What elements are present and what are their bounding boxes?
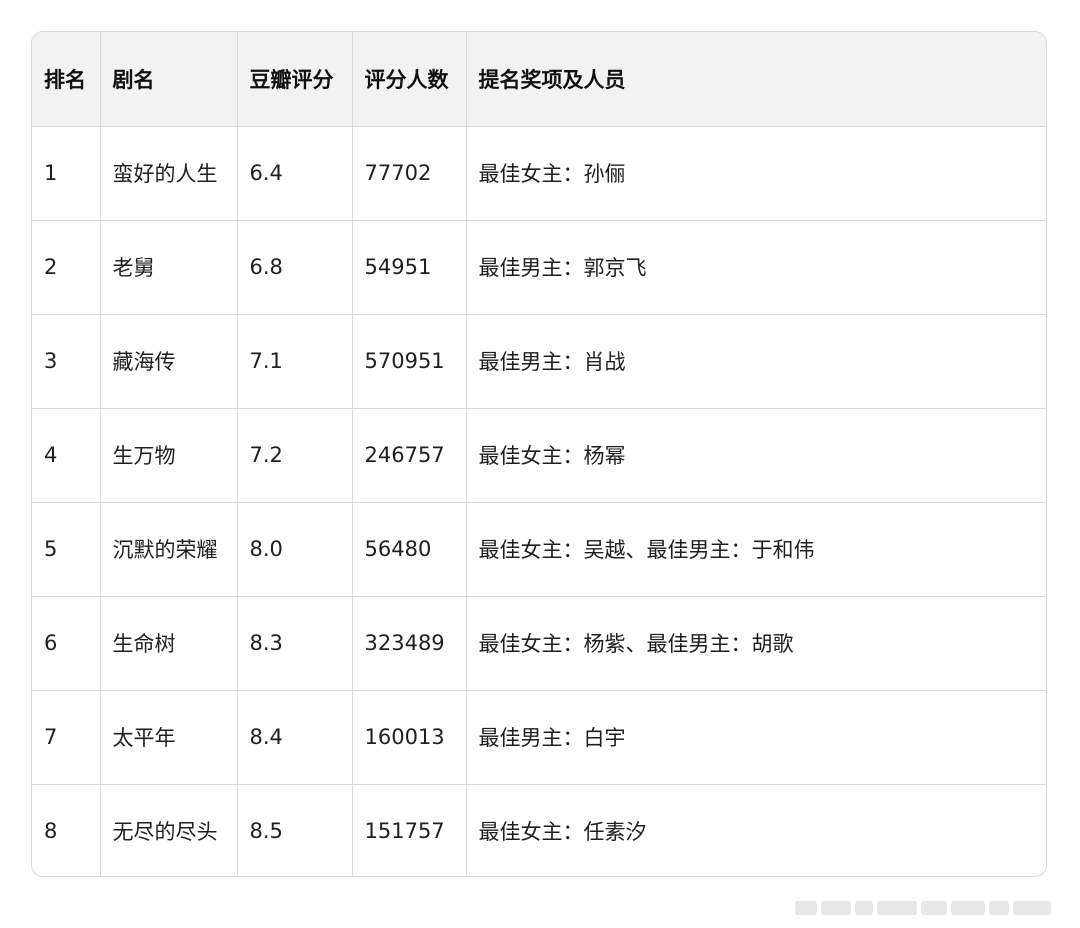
- cell-title: 蛮好的人生: [100, 126, 238, 221]
- cell-rank: 8: [32, 784, 101, 876]
- cell-nominations: 最佳男主：白宇: [466, 690, 1046, 785]
- table-row: 5 沉默的荣耀 8.0 56480 最佳女主：吴越、最佳男主：于和伟: [32, 502, 1046, 597]
- cell-rank: 5: [32, 502, 101, 597]
- cell-score: 7.2: [237, 408, 353, 503]
- cell-score: 6.8: [237, 220, 353, 315]
- cell-score: 7.1: [237, 314, 353, 409]
- cell-score: 8.5: [237, 784, 353, 876]
- cell-rank: 4: [32, 408, 101, 503]
- cell-title: 生命树: [100, 596, 238, 691]
- cell-nominations: 最佳女主：杨紫、最佳男主：胡歌: [466, 596, 1046, 691]
- cell-rank: 1: [32, 126, 101, 221]
- header-nominations: 提名奖项及人员: [466, 32, 1046, 127]
- cell-rank: 7: [32, 690, 101, 785]
- cell-score: 8.0: [237, 502, 353, 597]
- header-douban-score: 豆瓣评分: [237, 32, 353, 127]
- table-row: 3 藏海传 7.1 570951 最佳男主：肖战: [32, 314, 1046, 409]
- cell-title: 老舅: [100, 220, 238, 315]
- watermark-glyph: [951, 901, 985, 915]
- cell-count: 56480: [352, 502, 467, 597]
- cell-nominations: 最佳男主：郭京飞: [466, 220, 1046, 315]
- cell-title: 生万物: [100, 408, 238, 503]
- ranking-table: 排名 剧名 豆瓣评分 评分人数 提名奖项及人员 1 蛮好的人生 6.4 7770…: [32, 32, 1046, 876]
- header-rating-count: 评分人数: [352, 32, 467, 127]
- cell-score: 6.4: [237, 126, 353, 221]
- cell-rank: 2: [32, 220, 101, 315]
- watermark-logo: [795, 897, 1070, 919]
- table-row: 2 老舅 6.8 54951 最佳男主：郭京飞: [32, 220, 1046, 315]
- watermark-glyph: [821, 901, 851, 915]
- cell-nominations: 最佳女主：孙俪: [466, 126, 1046, 221]
- table-header-row: 排名 剧名 豆瓣评分 评分人数 提名奖项及人员: [32, 32, 1046, 127]
- cell-count: 246757: [352, 408, 467, 503]
- cell-count: 323489: [352, 596, 467, 691]
- table-row: 7 太平年 8.4 160013 最佳男主：白宇: [32, 690, 1046, 785]
- cell-title: 太平年: [100, 690, 238, 785]
- watermark-glyph: [877, 901, 917, 915]
- cell-count: 77702: [352, 126, 467, 221]
- watermark-glyph: [795, 901, 817, 915]
- table-row: 6 生命树 8.3 323489 最佳女主：杨紫、最佳男主：胡歌: [32, 596, 1046, 691]
- cell-count: 160013: [352, 690, 467, 785]
- header-rank: 排名: [32, 32, 101, 127]
- cell-count: 570951: [352, 314, 467, 409]
- ranking-table-container: 排名 剧名 豆瓣评分 评分人数 提名奖项及人员 1 蛮好的人生 6.4 7770…: [31, 31, 1047, 877]
- cell-count: 54951: [352, 220, 467, 315]
- cell-score: 8.3: [237, 596, 353, 691]
- cell-nominations: 最佳女主：任素汐: [478, 819, 647, 844]
- cell-nominations: 最佳女主：吴越、最佳男主：于和伟: [466, 502, 1046, 597]
- cell-rank: 3: [32, 314, 101, 409]
- cell-rank: 6: [32, 596, 101, 691]
- cell-title: 无尽的尽头: [100, 784, 238, 876]
- watermark-glyph: [921, 901, 947, 915]
- cell-count: 151757: [352, 784, 467, 876]
- cell-score: 8.4: [237, 690, 353, 785]
- cell-nominations: 最佳男主：肖战: [466, 314, 1046, 409]
- cell-title: 沉默的荣耀: [100, 502, 238, 597]
- watermark-glyph: [989, 901, 1009, 915]
- table-row: 4 生万物 7.2 246757 最佳女主：杨幂: [32, 408, 1046, 503]
- cell-title: 藏海传: [100, 314, 238, 409]
- watermark-glyph: [855, 901, 873, 915]
- table-row: 1 蛮好的人生 6.4 77702 最佳女主：孙俪: [32, 126, 1046, 221]
- header-title: 剧名: [100, 32, 238, 127]
- table-row: 8 无尽的尽头 8.5 151757 最佳女主：任素汐: [32, 784, 1046, 876]
- watermark-glyph: [1013, 901, 1051, 915]
- cell-nominations: 最佳女主：杨幂: [466, 408, 1046, 503]
